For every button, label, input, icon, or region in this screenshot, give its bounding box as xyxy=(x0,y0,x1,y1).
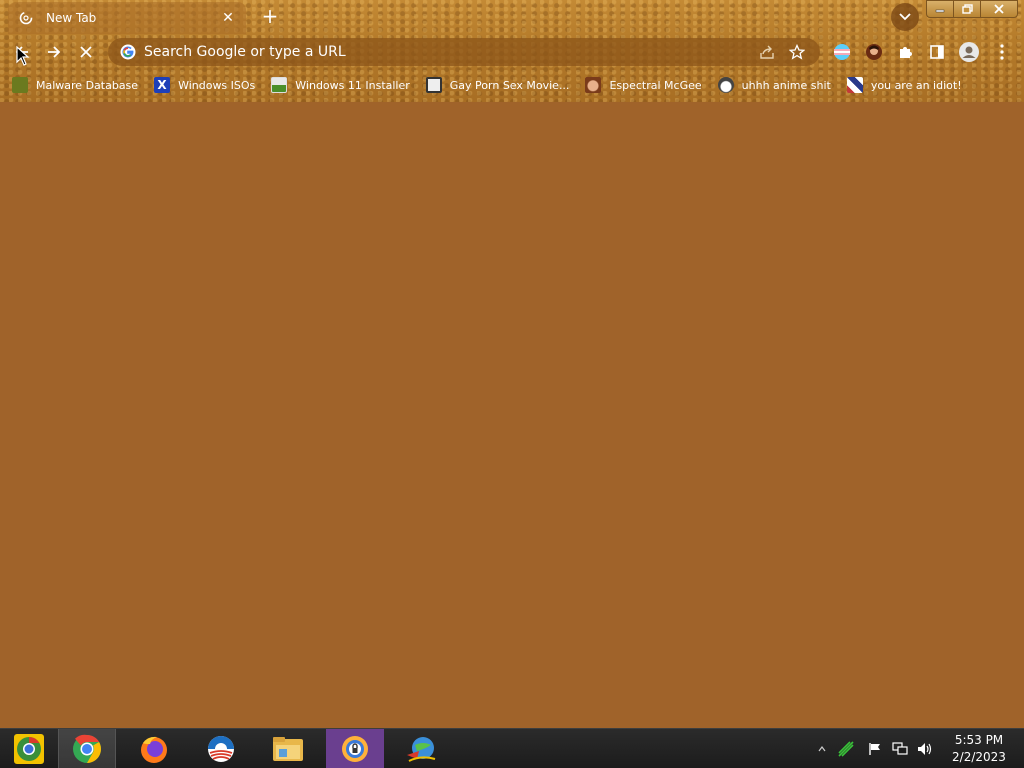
extensions-puzzle-icon[interactable] xyxy=(893,40,917,64)
flag-icon xyxy=(869,743,880,755)
bookmark-label: Malware Database xyxy=(36,78,139,92)
minimize-icon xyxy=(935,9,945,13)
obama-logo-icon xyxy=(208,736,234,762)
idm-icon xyxy=(407,737,436,762)
address-bar[interactable] xyxy=(108,38,820,66)
chevron-up-icon xyxy=(818,746,826,752)
omnibox-input[interactable] xyxy=(144,44,748,60)
mouse-cursor-icon xyxy=(16,46,30,66)
bug-icon xyxy=(12,77,28,93)
clock-date: 2/2/2023 xyxy=(952,750,1006,764)
minimize-button[interactable] xyxy=(926,0,954,18)
taskbar: 5:53 PM 2/2/2023 xyxy=(0,728,1024,768)
tab-search-button[interactable] xyxy=(891,3,919,31)
x-icon: X xyxy=(154,77,171,93)
taskbar-download-manager[interactable] xyxy=(393,729,451,768)
flag-icon xyxy=(846,77,863,93)
bookmark-espectral-mcgee[interactable]: Espectral McGee xyxy=(585,77,702,93)
image-icon xyxy=(271,77,288,93)
tab-new-tab[interactable]: New Tab ✕ xyxy=(8,2,246,34)
bookmark-gay-porn-sex-movie[interactable]: Gay Porn Sex Movie... xyxy=(425,77,570,93)
taskbar-secure-browser[interactable] xyxy=(326,729,384,768)
tray-network[interactable] xyxy=(889,729,911,768)
tray-action-center[interactable] xyxy=(864,729,886,768)
page-content xyxy=(0,102,1024,728)
tab-close-icon[interactable]: ✕ xyxy=(220,10,236,26)
bookmark-label: Espectral McGee xyxy=(609,78,702,92)
taskbar-file-explorer[interactable] xyxy=(259,729,317,768)
extension-avatar-icon[interactable] xyxy=(862,40,886,64)
network-activity-icon xyxy=(838,741,854,757)
profile-avatar-icon[interactable] xyxy=(957,40,981,64)
chevron-down-icon xyxy=(899,13,911,21)
tab-title: New Tab xyxy=(46,11,97,25)
bookmark-windows-11-installer[interactable]: Windows 11 Installer xyxy=(271,77,410,93)
bookmark-windows-isos[interactable]: X Windows ISOs xyxy=(154,77,255,93)
tab-strip: New Tab ✕ + xyxy=(0,0,1024,34)
menu-kebab-icon[interactable] xyxy=(990,40,1014,64)
tray-network-activity[interactable] xyxy=(834,729,858,768)
bookmark-label: you are an idiot! xyxy=(870,78,962,92)
bookmark-malware-database[interactable]: Malware Database xyxy=(12,77,138,93)
show-hidden-icons-button[interactable] xyxy=(814,729,830,768)
browser-chrome: New Tab ✕ + Search Google or type a URL … xyxy=(0,0,1024,102)
loading-spinner-icon xyxy=(18,10,34,26)
bookmark-you-are-an-idiot[interactable]: you are an idiot! xyxy=(846,77,962,93)
maximize-button[interactable] xyxy=(953,0,981,18)
bookmark-label: Gay Porn Sex Movie... xyxy=(449,78,570,92)
speaker-icon xyxy=(918,743,932,755)
file-explorer-icon xyxy=(273,737,303,761)
tray-volume[interactable] xyxy=(914,729,936,768)
stop-button[interactable] xyxy=(72,38,100,66)
close-window-button[interactable] xyxy=(980,0,1018,18)
character-icon xyxy=(585,77,602,93)
clock-time: 5:53 PM xyxy=(954,733,1004,747)
google-g-icon xyxy=(120,44,136,60)
forward-arrow-icon xyxy=(48,46,61,58)
taskbar-chrome-canary[interactable] xyxy=(0,729,58,768)
taskbar-chrome[interactable] xyxy=(58,729,116,768)
new-tab-button[interactable]: + xyxy=(258,6,282,28)
bookmarks-bar: Malware Database X Windows ISOs Windows … xyxy=(0,72,1024,98)
bookmark-uhhh-anime-shit[interactable]: uhhh anime shit xyxy=(717,77,831,93)
cube-icon xyxy=(425,77,442,93)
bookmark-label: Windows ISOs xyxy=(178,78,256,92)
bookmark-label: Windows 11 Installer xyxy=(295,78,410,92)
taskbar-firefox[interactable] xyxy=(125,729,183,768)
toolbar xyxy=(0,34,1024,70)
bookmark-star-icon[interactable] xyxy=(786,41,808,63)
taskbar-clock[interactable]: 5:53 PM 2/2/2023 xyxy=(946,732,1012,766)
chrome-canary-icon xyxy=(14,734,44,764)
forward-button[interactable] xyxy=(40,38,68,66)
stop-x-icon xyxy=(80,46,92,58)
side-panel-icon[interactable] xyxy=(925,40,949,64)
chrome-icon xyxy=(73,734,101,763)
network-icon xyxy=(892,742,908,755)
taskbar-obama-app[interactable] xyxy=(192,729,250,768)
close-icon xyxy=(994,4,1004,14)
extension-flag-icon[interactable] xyxy=(830,40,854,64)
bookmark-label: uhhh anime shit xyxy=(741,78,831,92)
firefox-icon xyxy=(141,736,167,763)
browser-lock-icon xyxy=(342,736,368,762)
restore-icon xyxy=(961,4,973,14)
anime-icon xyxy=(717,77,734,93)
share-icon[interactable] xyxy=(756,41,778,63)
